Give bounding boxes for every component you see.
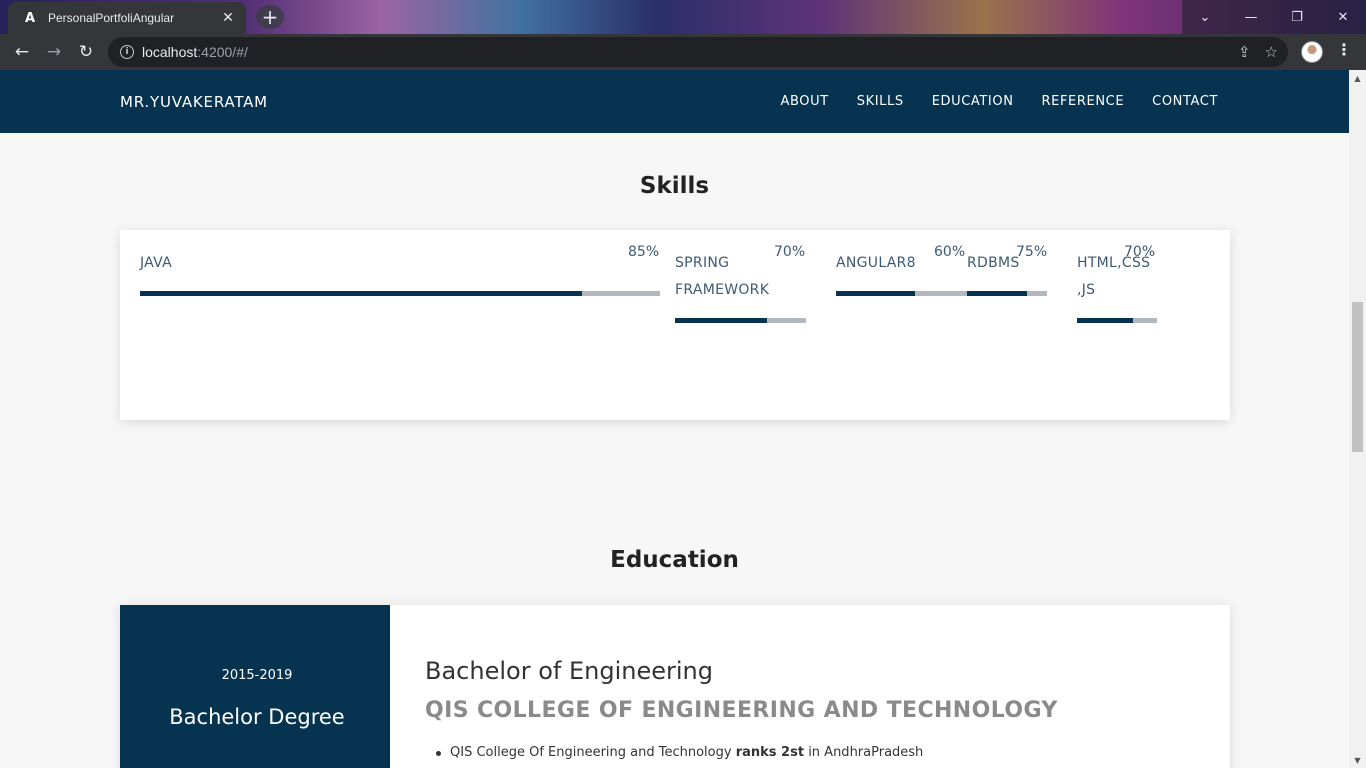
share-icon[interactable]: ⇪ xyxy=(1238,43,1251,61)
forward-button[interactable]: → xyxy=(38,36,70,68)
skill-bar xyxy=(675,318,806,323)
skill-bar xyxy=(967,291,1047,296)
skill-bar xyxy=(836,291,967,296)
nav-link-education[interactable]: EDUCATION xyxy=(932,94,1014,109)
nav-link-about[interactable]: ABOUT xyxy=(780,94,828,109)
skill-bar-fill xyxy=(967,291,1027,296)
education-card: 2015-2019 Bachelor Degree Bachelor of En… xyxy=(120,605,1230,768)
restore-button[interactable]: ❐ xyxy=(1274,0,1320,34)
skill-label: JAVA xyxy=(140,255,173,271)
site-brand[interactable]: MR.YUVAKERATAM xyxy=(120,93,268,111)
page-viewport: MR.YUVAKERATAM ABOUT SKILLS EDUCATION RE… xyxy=(0,70,1366,768)
profile-avatar[interactable] xyxy=(1301,41,1323,63)
reload-button[interactable]: ↻ xyxy=(70,36,102,68)
skill-bar xyxy=(1077,318,1157,323)
education-bullet: QIS College Of Engineering and Technolog… xyxy=(435,745,924,760)
education-date-panel: 2015-2019 Bachelor Degree xyxy=(120,605,390,768)
skill-bar xyxy=(140,291,660,296)
skill-percent: 70% xyxy=(1124,244,1156,260)
nav-link-reference[interactable]: REFERENCE xyxy=(1042,94,1125,109)
education-college: QIS COLLEGE OF ENGINEERING AND TECHNOLOG… xyxy=(425,698,1058,723)
browser-menu-icon[interactable]: ⋮ xyxy=(1336,40,1352,59)
scroll-down-arrow-icon[interactable]: ▼ xyxy=(1349,752,1366,768)
page-scrollbar[interactable]: ▲ ▼ xyxy=(1349,70,1366,768)
browser-toolbar: ← → ↻ i localhost:4200/#/ ⇪ ☆ ⋮ xyxy=(0,34,1366,70)
minimize-button[interactable]: — xyxy=(1228,0,1274,34)
skill-bar-fill xyxy=(1077,318,1133,323)
skill-percent: 60% xyxy=(934,244,966,260)
skill-percent: 75% xyxy=(1016,244,1048,260)
bookmark-star-icon[interactable]: ☆ xyxy=(1265,43,1278,61)
skill-percent: 70% xyxy=(774,244,806,260)
address-bar[interactable]: i localhost:4200/#/ ⇪ ☆ xyxy=(108,37,1288,67)
window-controls: ⌄ — ❐ ✕ xyxy=(1182,0,1366,34)
site-navbar: MR.YUVAKERATAM ABOUT SKILLS EDUCATION RE… xyxy=(0,70,1349,133)
tab-search-icon[interactable]: ⌄ xyxy=(1182,0,1228,34)
new-tab-button[interactable]: + xyxy=(256,5,284,29)
site-info-icon[interactable]: i xyxy=(120,45,134,59)
skill-percent: 85% xyxy=(628,244,660,260)
page: MR.YUVAKERATAM ABOUT SKILLS EDUCATION RE… xyxy=(0,70,1349,768)
skill-label: ANGULAR8 xyxy=(836,255,916,271)
tab-title: PersonalPortfoliAngular xyxy=(48,11,175,25)
angular-icon: A xyxy=(24,10,36,26)
close-tab-icon[interactable]: ✕ xyxy=(220,10,236,26)
skill-bar-fill xyxy=(675,318,767,323)
scroll-up-arrow-icon[interactable]: ▲ xyxy=(1349,70,1366,86)
url-text: localhost:4200/#/ xyxy=(142,44,248,60)
browser-tab[interactable]: A PersonalPortfoliAngular ✕ xyxy=(8,2,246,34)
scroll-thumb[interactable] xyxy=(1352,302,1363,452)
education-degree-short: Bachelor Degree xyxy=(169,705,345,729)
back-button[interactable]: ← xyxy=(6,36,38,68)
nav-link-contact[interactable]: CONTACT xyxy=(1152,94,1218,109)
skills-card: JAVA 85% SPRING FRAMEWORK 70% ANGULAR8 6… xyxy=(120,230,1230,420)
nav-links: ABOUT SKILLS EDUCATION REFERENCE CONTACT xyxy=(780,94,1218,109)
close-window-button[interactable]: ✕ xyxy=(1320,0,1366,34)
skill-bar-fill xyxy=(140,291,582,296)
skill-bar-fill xyxy=(836,291,915,296)
nav-link-skills[interactable]: SKILLS xyxy=(857,94,904,109)
education-heading: Education xyxy=(610,547,739,573)
education-degree: Bachelor of Engineering xyxy=(425,657,713,685)
browser-tab-strip: A PersonalPortfoliAngular ✕ + ⌄ — ❐ ✕ xyxy=(0,0,1366,34)
skills-heading: Skills xyxy=(639,173,710,199)
education-years: 2015-2019 xyxy=(221,668,293,683)
